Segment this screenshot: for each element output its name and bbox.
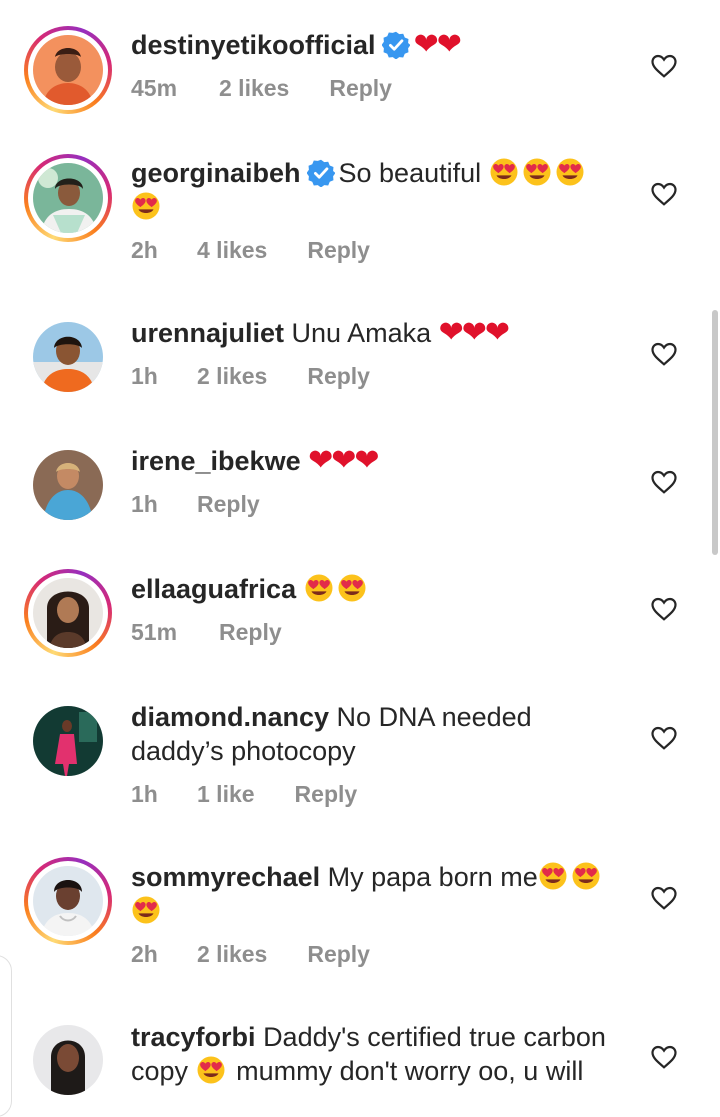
likes-count[interactable]: 2 likes bbox=[197, 940, 267, 968]
comment-text: So beautiful bbox=[338, 158, 482, 188]
heart-eyes-emoji bbox=[304, 573, 334, 603]
username[interactable]: destinyetikoofficial bbox=[131, 30, 376, 60]
likes-count[interactable]: 2 likes bbox=[219, 74, 289, 102]
comment-time: 51m bbox=[131, 619, 178, 645]
reply-button[interactable]: Reply bbox=[219, 618, 282, 646]
likes-count[interactable]: 1 like bbox=[197, 780, 255, 808]
comment-time: 2h bbox=[131, 941, 158, 967]
heart-outline-icon[interactable] bbox=[651, 342, 677, 366]
heart-eyes-emoji bbox=[522, 157, 552, 187]
avatar[interactable] bbox=[33, 322, 103, 392]
heart-eyes-emoji bbox=[489, 157, 519, 187]
username[interactable]: urennajuliet bbox=[131, 318, 284, 348]
comment-body: sommyrechael My papa born me 2h 2 likes Re… bbox=[131, 860, 611, 968]
comment-line: ellaaguafrica bbox=[131, 572, 611, 606]
comment-meta: 1h Reply bbox=[131, 490, 611, 518]
comment-meta: 2h 2 likes Reply bbox=[131, 940, 611, 968]
likes-count[interactable]: 2 likes bbox=[197, 362, 267, 390]
comment-meta: 51m Reply bbox=[131, 618, 611, 646]
username[interactable]: irene_ibekwe bbox=[131, 446, 301, 476]
heart-eyes-emoji bbox=[571, 861, 601, 891]
heart-outline-icon[interactable] bbox=[651, 886, 677, 910]
comment-body: ellaaguafrica 51m Reply bbox=[131, 572, 611, 646]
comment-body: irene_ibekwe ❤❤❤ 1h Reply bbox=[131, 444, 611, 518]
avatar[interactable] bbox=[24, 26, 112, 114]
comment-body: urennajuliet Unu Amaka ❤❤❤ 1h 2 likes Repl… bbox=[131, 316, 611, 390]
screen-edge-decoration bbox=[0, 955, 12, 1117]
comment-line: sommyrechael My papa born me bbox=[131, 860, 611, 928]
reply-button[interactable]: Reply bbox=[307, 940, 370, 968]
comment-line: urennajuliet Unu Amaka ❤❤❤ bbox=[131, 316, 611, 350]
comment-text-continued: daddy’s photocopy bbox=[131, 736, 356, 766]
heart-eyes-emoji bbox=[131, 191, 161, 221]
heart-outline-icon[interactable] bbox=[651, 470, 677, 494]
comment-time: 1h bbox=[131, 781, 158, 807]
avatar[interactable] bbox=[33, 450, 103, 520]
comment-time: 2h bbox=[131, 237, 158, 263]
heart-outline-icon[interactable] bbox=[651, 54, 677, 78]
heart-emoji: ❤❤❤ bbox=[308, 443, 379, 478]
heart-eyes-emoji bbox=[555, 157, 585, 187]
comment-time: 1h bbox=[131, 491, 158, 517]
likes-count[interactable]: 4 likes bbox=[197, 236, 267, 264]
heart-outline-icon[interactable] bbox=[651, 726, 677, 750]
avatar[interactable] bbox=[33, 706, 103, 776]
reply-button[interactable]: Reply bbox=[307, 362, 370, 390]
verified-badge-icon bbox=[307, 159, 335, 187]
heart-outline-icon[interactable] bbox=[651, 182, 677, 206]
avatar[interactable] bbox=[24, 154, 112, 242]
scrollbar[interactable] bbox=[712, 310, 718, 555]
reply-button[interactable]: Reply bbox=[295, 780, 358, 808]
username[interactable]: georginaibeh bbox=[131, 158, 301, 188]
comment-line: diamond.nancy No DNA needed daddy’s photo… bbox=[131, 700, 611, 768]
comment-meta: 45m 2 likes Reply bbox=[131, 74, 611, 102]
comment-meta: 1h 1 like Reply bbox=[131, 780, 611, 808]
comment-text: My papa born me bbox=[327, 862, 538, 892]
comment-line: irene_ibekwe ❤❤❤ bbox=[131, 444, 611, 478]
verified-badge-icon bbox=[382, 31, 410, 59]
comment-text: No DNA needed bbox=[336, 702, 532, 732]
heart-outline-icon[interactable] bbox=[651, 1045, 677, 1069]
heart-eyes-emoji bbox=[196, 1055, 226, 1085]
comment-text-continued: copy bbox=[131, 1056, 189, 1086]
avatar[interactable] bbox=[33, 1025, 103, 1095]
heart-eyes-emoji bbox=[131, 895, 161, 925]
comment-time: 1h bbox=[131, 363, 158, 389]
heart-emoji: ❤❤ bbox=[413, 27, 462, 62]
comment-text: Unu Amaka bbox=[291, 318, 432, 348]
comment-text: Daddy's certified true carbon bbox=[263, 1022, 606, 1052]
reply-button[interactable]: Reply bbox=[329, 74, 392, 102]
comment-meta: 2h 4 likes Reply bbox=[131, 236, 611, 264]
comment-line: georginaibeh So beautiful bbox=[131, 156, 611, 224]
comment-time: 45m bbox=[131, 75, 178, 101]
reply-button[interactable]: Reply bbox=[197, 490, 260, 518]
comment-line: destinyetikoofficial ❤❤ bbox=[131, 28, 611, 62]
avatar[interactable] bbox=[24, 569, 112, 657]
comment-body: destinyetikoofficial ❤❤ 45m 2 likes Reply bbox=[131, 28, 611, 102]
heart-eyes-emoji bbox=[538, 861, 568, 891]
username[interactable]: tracyforbi bbox=[131, 1022, 256, 1052]
username[interactable]: sommyrechael bbox=[131, 862, 320, 892]
username[interactable]: diamond.nancy bbox=[131, 702, 329, 732]
comment-body: diamond.nancy No DNA needed daddy’s photo… bbox=[131, 700, 611, 808]
heart-outline-icon[interactable] bbox=[651, 597, 677, 621]
avatar[interactable] bbox=[24, 857, 112, 945]
comment-body: georginaibeh So beautiful 2h 4 likes Reply bbox=[131, 156, 611, 264]
comment-meta: 1h 2 likes Reply bbox=[131, 362, 611, 390]
username[interactable]: ellaaguafrica bbox=[131, 574, 296, 604]
heart-emoji: ❤❤❤ bbox=[438, 315, 510, 350]
comment-line: tracyforbi Daddy's certified true carbon… bbox=[131, 1020, 611, 1088]
heart-eyes-emoji bbox=[337, 573, 367, 603]
reply-button[interactable]: Reply bbox=[307, 236, 370, 264]
comment-body: tracyforbi Daddy's certified true carbon… bbox=[131, 1020, 611, 1088]
comment-text-continued: mummy don't worry oo, u will bbox=[236, 1056, 584, 1086]
